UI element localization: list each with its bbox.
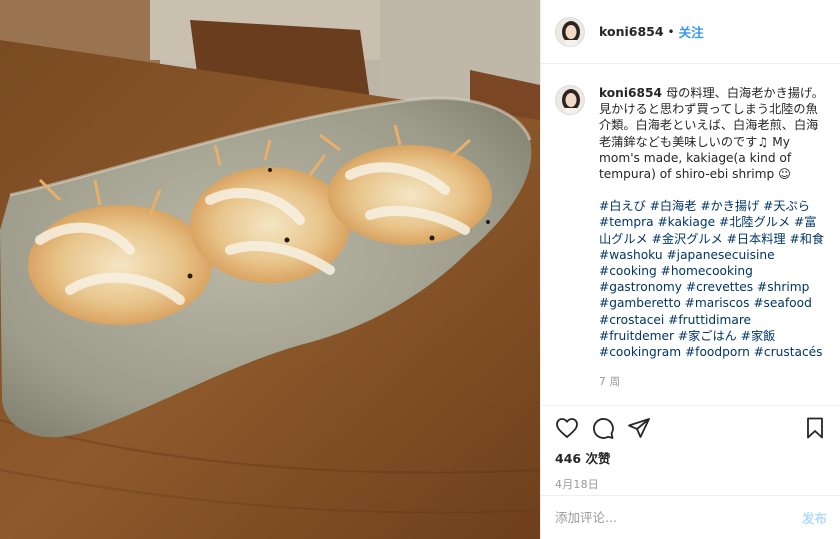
post-comment-button[interactable]: 发布: [802, 508, 827, 527]
caption-text-block: koni6854 母の料理、白海老かき揚げ。見かけると思わず買ってしまう北陸の魚介…: [599, 85, 825, 182]
hashtag-link[interactable]: #和食: [790, 232, 825, 246]
hashtag-link[interactable]: #mariscos: [685, 296, 750, 310]
follow-button[interactable]: 关注: [679, 22, 704, 41]
heart-icon[interactable]: [555, 416, 579, 440]
hashtag-link[interactable]: #cooking: [599, 264, 657, 278]
hashtag-link[interactable]: #金沢グルメ: [652, 232, 723, 246]
hashtag-link[interactable]: #washoku: [599, 248, 663, 262]
hashtag-link[interactable]: #家ごはん: [678, 329, 737, 343]
avatar-image: [556, 17, 584, 46]
bookmark-icon[interactable]: [803, 416, 827, 440]
food-photo-image: [0, 0, 540, 539]
avatar-image: [556, 86, 584, 114]
hashtag-link[interactable]: #gastronomy: [599, 280, 682, 294]
hashtag-link[interactable]: #tempra: [599, 215, 654, 229]
hashtag-link[interactable]: #かき揚げ: [700, 199, 759, 213]
hashtag-link[interactable]: #japanesecuisine: [666, 248, 774, 262]
hashtag-link[interactable]: #北陸グルメ: [719, 215, 790, 229]
hashtag-link[interactable]: #cookingram: [599, 345, 681, 359]
hashtag-link[interactable]: #homecooking: [661, 264, 753, 278]
post-time-ago[interactable]: 7 周: [599, 374, 825, 390]
comment-icon[interactable]: [591, 416, 615, 440]
caption-body: koni6854 母の料理、白海老かき揚げ。見かけると思わず買ってしまう北陸の魚介…: [599, 85, 825, 390]
separator-dot: •: [667, 24, 675, 39]
comment-box: 发布: [541, 495, 840, 539]
actions-area: 446 次赞 4月18日: [541, 405, 840, 499]
hashtag-link[interactable]: #fruttidimare: [668, 313, 751, 327]
hashtag-link[interactable]: #shrimp: [757, 280, 809, 294]
hashtag-link[interactable]: #白えび: [599, 199, 646, 213]
post-header: koni6854 • 关注: [541, 0, 840, 64]
hashtag-link[interactable]: #crustacés: [754, 345, 823, 359]
comment-input[interactable]: [555, 510, 802, 525]
hashtag-link[interactable]: #kakiage: [657, 215, 715, 229]
post-date[interactable]: 4月18日: [555, 476, 827, 492]
hashtag-link[interactable]: #foodporn: [685, 345, 750, 359]
hashtag-link[interactable]: #gamberetto: [599, 296, 681, 310]
caption-username[interactable]: koni6854: [599, 86, 662, 100]
comments-section[interactable]: koni6854 母の料理、白海老かき揚げ。見かけると思わず買ってしまう北陸の魚介…: [541, 65, 840, 405]
hashtag-link[interactable]: #fruitdemer: [599, 329, 674, 343]
hashtag-link[interactable]: #白海老: [650, 199, 697, 213]
post-photo[interactable]: [0, 0, 540, 539]
hashtag-list: #白えび #白海老 #かき揚げ #天ぷら #tempra #kakiage #北…: [599, 198, 825, 360]
hashtag-link[interactable]: #日本料理: [727, 232, 786, 246]
share-icon[interactable]: [627, 416, 651, 440]
action-icons: [555, 406, 827, 450]
hashtag-link[interactable]: #crevettes: [686, 280, 753, 294]
hashtag-link[interactable]: #seafood: [753, 296, 811, 310]
caption-text: 母の料理、白海老かき揚げ。見かけると思わず買ってしまう北陸の魚介類。白海老といえ…: [599, 86, 824, 182]
post-side-panel: koni6854 • 关注 koni6854 母の料理、白海老かき揚げ。見かけると…: [540, 0, 840, 539]
author-username[interactable]: koni6854: [599, 24, 664, 39]
caption-avatar[interactable]: [555, 85, 585, 115]
likes-count[interactable]: 446 次赞: [555, 448, 827, 467]
author-avatar[interactable]: [555, 16, 585, 47]
caption-row: koni6854 母の料理、白海老かき揚げ。見かけると思わず買ってしまう北陸の魚介…: [555, 85, 827, 390]
hashtag-link[interactable]: #crostacei: [599, 313, 664, 327]
hashtag-link[interactable]: #家飯: [741, 329, 776, 343]
hashtag-link[interactable]: #天ぷら: [763, 199, 810, 213]
